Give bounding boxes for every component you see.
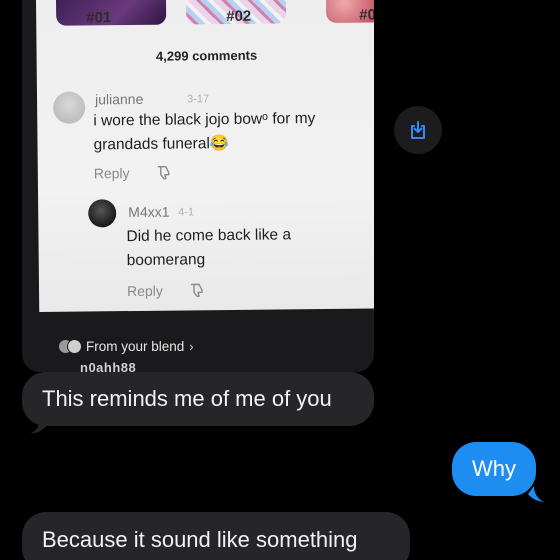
blend-label: From your blend	[86, 338, 185, 354]
thumbnail-number: #0	[359, 6, 374, 24]
comment-text-line: i wore the black jojo bowᵒ for my	[93, 110, 316, 130]
conversation-screen: #01 #02 #0 4,299 comments julianne 3-17 …	[0, 0, 560, 560]
bubble-tail	[30, 418, 46, 434]
message-bubble-outgoing[interactable]: Why	[452, 442, 536, 496]
thumbnail-number: #01	[86, 9, 112, 27]
thumbs-down-icon	[157, 165, 170, 180]
avatar	[88, 199, 117, 228]
comment-text-line: Did he come back like a	[126, 226, 292, 246]
reply-button: Reply	[126, 282, 163, 300]
comment-username: julianne	[94, 90, 144, 108]
comment-date: 3-17	[186, 93, 210, 106]
shared-post-card[interactable]: #01 #02 #0 4,299 comments julianne 3-17 …	[22, 0, 374, 372]
comment-text-line: boomerang	[126, 251, 206, 270]
thumbnail-strip: #01 #02 #0	[36, 0, 374, 30]
comment-text-line: grandads funeral😂	[93, 134, 230, 154]
comment-username: M4xx1	[128, 203, 170, 221]
message-bubble-incoming[interactable]: Because it sound like something	[22, 512, 410, 560]
comment-screenshot-photo: #01 #02 #0 4,299 comments julianne 3-17 …	[36, 0, 374, 312]
chevron-right-icon: ›	[189, 338, 194, 354]
comment-text: Did he come back like a boomerang	[126, 223, 291, 273]
message-bubble-incoming[interactable]: This reminds me of me of you	[22, 372, 374, 426]
bubble-tail	[528, 486, 544, 502]
message-text: Because it sound like something	[42, 527, 358, 552]
post-author-handle: n0ahh88	[80, 360, 137, 372]
message-text: Why	[472, 456, 516, 481]
avatar	[52, 91, 86, 124]
comment-text: i wore the black jojo bowᵒ for my granda…	[93, 107, 316, 157]
blend-avatars	[58, 339, 82, 354]
thumbs-down-icon	[190, 283, 203, 298]
comments-count: 4,299 comments	[155, 47, 258, 64]
comment-date: 4-1	[178, 206, 195, 219]
download-share-icon	[411, 121, 425, 139]
thumbnail-number: #02	[226, 7, 252, 26]
from-your-blend-link[interactable]: From your blend ›	[58, 336, 194, 356]
message-text: This reminds me of me of you	[42, 386, 332, 411]
reply-button: Reply	[93, 165, 130, 182]
share-download-button[interactable]	[394, 106, 442, 154]
